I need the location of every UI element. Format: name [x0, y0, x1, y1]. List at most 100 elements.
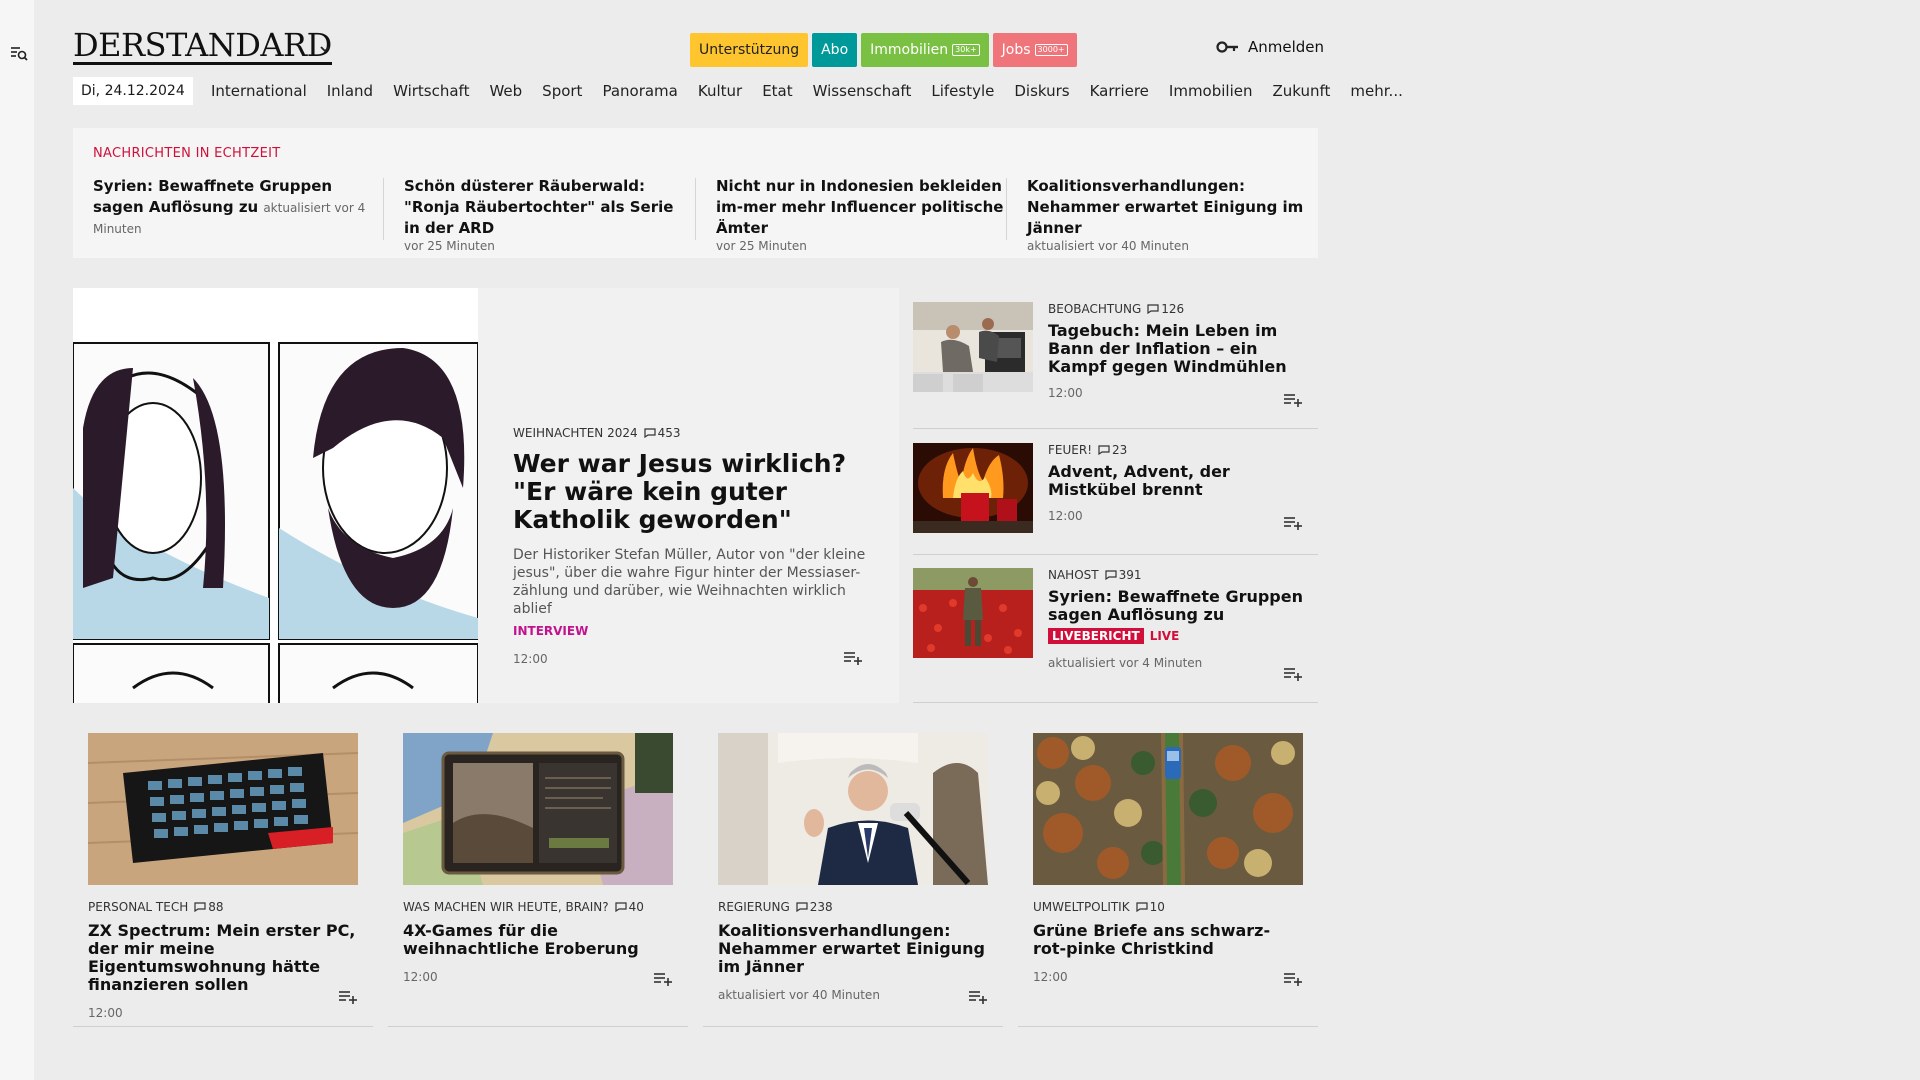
article-time: 12:00 [88, 1006, 123, 1020]
ticker-meta: aktualisiert vor 40 Minuten [1027, 239, 1189, 253]
article-title[interactable]: Koalitionsverhandlungen: Nehammer erwart… [718, 922, 988, 976]
article-body: FEUER! 23 Advent, Advent, der Mistkübel … [1048, 443, 1308, 523]
divider [695, 178, 696, 240]
nav-item-international[interactable]: International [211, 81, 307, 101]
article-title[interactable]: ZX Spectrum: Mein erster PC, der mir mei… [88, 922, 358, 994]
live-badge: LIVEBERICHT [1048, 628, 1144, 644]
kicker-label: WAS MACHEN WIR HEUTE, BRAIN? [403, 900, 609, 914]
add-to-list-icon[interactable] [1283, 515, 1303, 531]
article-title[interactable]: Tagebuch: Mein Leben im Bann der Inflati… [1048, 322, 1308, 376]
nav-item-more[interactable]: mehr... [1350, 81, 1402, 101]
article-title[interactable]: Syrien: Bewaffnete Gruppen sagen Auflösu… [1048, 588, 1308, 624]
hero-article[interactable]: WEIHNACHTEN 2024 453 Wer war Jesus wirkl… [73, 288, 899, 703]
divider [913, 702, 1318, 703]
kicker-label: NAHOST [1048, 568, 1099, 582]
ticker-headline: Koalitionsverhandlungen: Nehammer erwart… [1027, 177, 1304, 237]
nav-item-kultur[interactable]: Kultur [698, 81, 742, 101]
article-card[interactable]: UMWELTPOLITIK 10 Grüne Briefe ans schwar… [1033, 733, 1303, 987]
add-to-list-icon[interactable] [1283, 971, 1303, 987]
comment-count[interactable]: 88 [194, 900, 224, 914]
comment-count-value: 88 [208, 900, 224, 914]
top-button-group: Unterstützung Abo Immobilien 30k+ Jobs 300… [690, 33, 1077, 67]
hero-title[interactable]: Wer war Jesus wirklich? "Er wäre kein gu… [513, 450, 873, 534]
add-to-list-icon[interactable] [653, 971, 673, 987]
nav-item-web[interactable]: Web [489, 81, 522, 101]
ticker-item[interactable]: Syrien: Bewaffnete Gruppen sagen Auflösu… [93, 176, 383, 237]
article-card[interactable]: WAS MACHEN WIR HEUTE, BRAIN? 40 4X-Games… [403, 733, 673, 987]
jobs-badge: 3000+ [1034, 44, 1068, 56]
ticker-item[interactable]: Nicht nur in Indonesien bekleiden im-mer… [716, 176, 1006, 253]
divider [1006, 178, 1007, 240]
article-body: BEOBACHTUNG 126 Tagebuch: Mein Leben im … [1048, 302, 1308, 400]
login-button[interactable]: Anmelden [1216, 38, 1324, 56]
comment-count[interactable]: 23 [1098, 443, 1127, 457]
add-to-list-icon[interactable] [1283, 666, 1303, 682]
comment-icon [1098, 445, 1110, 455]
jobs-button[interactable]: Jobs 3000+ [992, 33, 1077, 67]
article-image [718, 733, 988, 885]
nav-item-karriere[interactable]: Karriere [1090, 81, 1149, 101]
add-to-list-icon[interactable] [338, 989, 358, 1005]
support-label: Unterstützung [699, 42, 800, 58]
comment-count-value: 10 [1149, 900, 1165, 914]
comment-count[interactable]: 40 [615, 900, 644, 914]
nav-item-sport[interactable]: Sport [542, 81, 582, 101]
key-icon [1216, 41, 1238, 53]
article-title[interactable]: Advent, Advent, der Mistkübel brennt [1048, 463, 1308, 499]
article-kicker: NAHOST 391 [1048, 568, 1308, 582]
ticker-headline: Schön düsterer Räuberwald: "Ronja Räuber… [404, 177, 674, 237]
comment-icon [615, 902, 627, 912]
add-to-list-icon[interactable] [968, 989, 988, 1005]
side-article[interactable]: BEOBACHTUNG 126 Tagebuch: Mein Leben im … [913, 302, 1318, 422]
add-to-list-icon[interactable] [1283, 392, 1303, 408]
comment-count[interactable]: 391 [1105, 568, 1142, 582]
nav-item-diskurs[interactable]: Diskurs [1014, 81, 1069, 101]
add-to-list-icon[interactable] [843, 650, 863, 666]
nav-item-inland[interactable]: Inland [327, 81, 373, 101]
immobilien-button[interactable]: Immobilien 30k+ [861, 33, 989, 67]
nav-item-panorama[interactable]: Panorama [602, 81, 677, 101]
hero-text: WEIHNACHTEN 2024 453 Wer war Jesus wirkl… [513, 426, 873, 666]
article-card[interactable]: PERSONAL TECH 88 ZX Spectrum: Mein erste… [88, 733, 358, 1020]
nav-item-lifestyle[interactable]: Lifestyle [931, 81, 994, 101]
article-body: NAHOST 391 Syrien: Bewaffnete Gruppen sa… [1048, 568, 1308, 670]
comment-count[interactable]: 238 [796, 900, 833, 914]
nav-item-etat[interactable]: Etat [762, 81, 792, 101]
article-time: aktualisiert vor 4 Minuten [1048, 656, 1203, 670]
article-thumbnail [913, 302, 1033, 392]
search-menu-icon[interactable] [10, 44, 28, 62]
current-date: Di, 24.12.2024 [73, 77, 193, 105]
comment-count[interactable]: 453 [644, 426, 681, 440]
hero-kicker: WEIHNACHTEN 2024 453 [513, 426, 873, 440]
support-button[interactable]: Unterstützung [690, 33, 809, 67]
nav-item-immobilien[interactable]: Immobilien [1169, 81, 1253, 101]
nav-item-zukunft[interactable]: Zukunft [1273, 81, 1331, 101]
comment-count-value: 238 [809, 900, 833, 914]
side-article[interactable]: NAHOST 391 Syrien: Bewaffnete Gruppen sa… [913, 568, 1318, 698]
chevron-down-icon[interactable] [318, 42, 332, 56]
abo-button[interactable]: Abo [812, 33, 858, 67]
kicker-label: REGIERUNG [718, 900, 790, 914]
kicker-label: BEOBACHTUNG [1048, 302, 1142, 316]
side-article[interactable]: FEUER! 23 Advent, Advent, der Mistkübel … [913, 443, 1318, 543]
nav-item-wirtschaft[interactable]: Wirtschaft [393, 81, 469, 101]
divider [1018, 1026, 1318, 1027]
article-kicker: FEUER! 23 [1048, 443, 1308, 457]
article-time: 12:00 [1048, 386, 1083, 400]
main-nav: International Inland Wirtschaft Web Spor… [211, 81, 1423, 101]
article-kicker: WAS MACHEN WIR HEUTE, BRAIN? 40 [403, 900, 673, 914]
article-title[interactable]: 4X-Games für die weihnachtliche Eroberun… [403, 922, 673, 958]
article-kicker: PERSONAL TECH 88 [88, 900, 358, 914]
divider [388, 1026, 688, 1027]
article-card[interactable]: REGIERUNG 238 Koalitionsverhandlungen: N… [718, 733, 988, 1005]
ticker-item[interactable]: Koalitionsverhandlungen: Nehammer erwart… [1027, 176, 1317, 253]
site-logo[interactable]: DERSTANDARD [73, 28, 332, 65]
nav-item-wissenschaft[interactable]: Wissenschaft [813, 81, 912, 101]
article-title[interactable]: Grüne Briefe ans schwarz-rot-pinke Chris… [1033, 922, 1303, 958]
live-label: LIVE [1149, 629, 1180, 643]
comment-count[interactable]: 126 [1147, 302, 1184, 316]
divider [73, 1026, 373, 1027]
ticker-item[interactable]: Schön düsterer Räuberwald: "Ronja Räuber… [404, 176, 694, 253]
article-tag: INTERVIEW [513, 624, 589, 638]
comment-count[interactable]: 10 [1135, 900, 1165, 914]
